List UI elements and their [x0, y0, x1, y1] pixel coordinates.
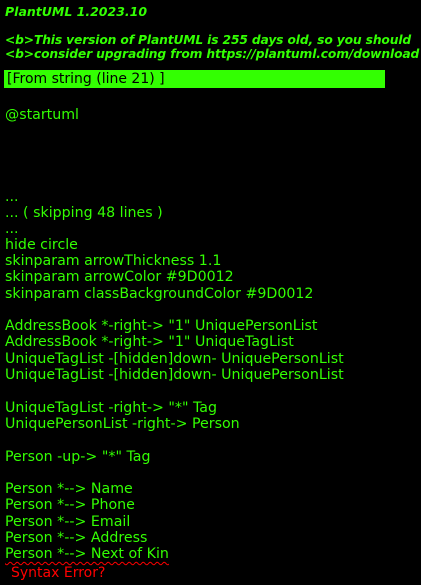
source-line-ellipsis: ...	[5, 221, 19, 237]
source-location-banner: [From string (line 21) ]	[4, 70, 385, 88]
source-line: hide circle	[5, 237, 78, 253]
source-line: Person *--> Address	[5, 530, 148, 546]
source-line: Person *--> Name	[5, 481, 133, 497]
upgrade-warning-line-2: <b>consider upgrading from https://plant…	[5, 47, 420, 61]
plantuml-version-title: PlantUML 1.2023.10	[5, 4, 148, 19]
source-line: Person *--> Phone	[5, 497, 135, 513]
source-line-startuml: @startuml	[5, 107, 79, 123]
source-line-ellipsis: ...	[5, 189, 19, 205]
source-line: UniqueTagList -right-> "*" Tag	[5, 400, 218, 416]
source-line: skinparam arrowThickness 1.1	[5, 253, 222, 269]
source-line: skinparam arrowColor #9D0012	[5, 269, 234, 285]
syntax-error-message: Syntax Error?	[11, 565, 106, 581]
source-line-error: Person *--> Next of Kin	[5, 546, 169, 562]
source-line-skipping: ... ( skipping 48 lines )	[5, 205, 163, 221]
source-line: UniqueTagList -[hidden]down- UniquePerso…	[5, 351, 344, 367]
source-line: Person -up-> "*" Tag	[5, 449, 151, 465]
source-line: AddressBook *-right-> "1" UniqueTagList	[5, 334, 294, 350]
source-line: UniqueTagList -[hidden]down- UniquePerso…	[5, 367, 344, 383]
source-line: AddressBook *-right-> "1" UniquePersonLi…	[5, 318, 318, 334]
source-line: Person *--> Email	[5, 514, 131, 530]
upgrade-warning-line-1: <b>This version of PlantUML is 255 days …	[5, 33, 412, 47]
source-line: skinparam classBackgroundColor #9D0012	[5, 286, 314, 302]
source-line: UniquePersonList -right-> Person	[5, 416, 240, 432]
